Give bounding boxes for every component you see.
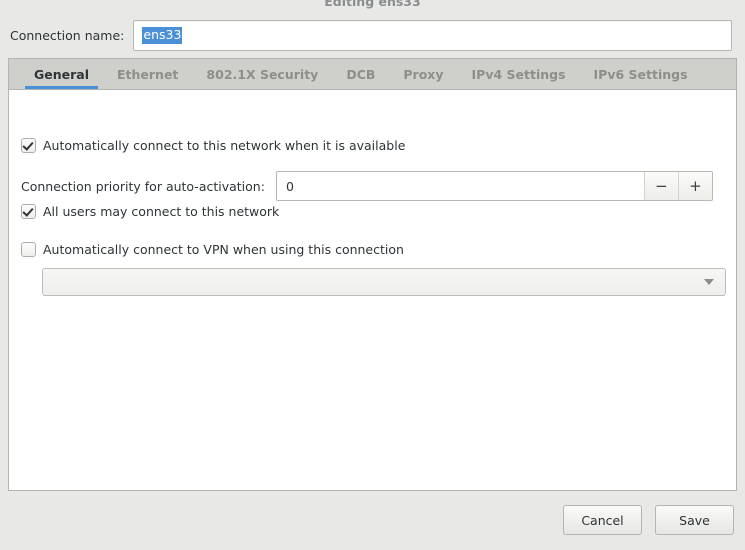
all-users-label: All users may connect to this network (43, 204, 280, 219)
vpn-combo-box[interactable] (42, 268, 726, 296)
all-users-checkbox[interactable] (21, 204, 36, 219)
window-title: Editing ens33 (0, 0, 745, 13)
auto-connect-label: Automatically connect to this network wh… (43, 138, 406, 153)
tab-proxy-label: Proxy (403, 66, 444, 82)
connection-name-input[interactable]: ens33 (133, 19, 733, 51)
tab-dcb-label: DCB (346, 66, 376, 82)
auto-vpn-checkbox[interactable] (21, 242, 36, 257)
connection-name-value: ens33 (142, 26, 183, 44)
tab-proxy[interactable]: Proxy (389, 59, 457, 89)
all-users-row: All users may connect to this network (21, 204, 279, 219)
chevron-down-icon (704, 279, 714, 285)
tab-bar: General Ethernet 802.1X Security DCB Pro… (9, 59, 736, 90)
cancel-button[interactable]: Cancel (563, 505, 642, 535)
priority-row: Connection priority for auto-activation:… (21, 171, 726, 201)
tab-ipv4-settings-label: IPv4 Settings (471, 66, 566, 82)
tab-general[interactable]: General (20, 59, 103, 89)
settings-notebook: General Ethernet 802.1X Security DCB Pro… (8, 58, 737, 491)
priority-decrement-button[interactable]: − (643, 172, 678, 200)
connection-name-row: Connection name: ens33 (0, 18, 745, 52)
tab-ipv6-settings-label: IPv6 Settings (593, 66, 688, 82)
tab-ethernet-label: Ethernet (117, 66, 179, 82)
auto-connect-row: Automatically connect to this network wh… (21, 138, 405, 153)
save-button[interactable]: Save (655, 505, 734, 535)
auto-vpn-row: Automatically connect to VPN when using … (21, 242, 404, 257)
dialog-footer: Cancel Save (0, 491, 745, 550)
tab-dcb[interactable]: DCB (332, 59, 389, 89)
tab-page-general: Automatically connect to this network wh… (9, 90, 736, 490)
priority-increment-button[interactable]: + (677, 172, 712, 200)
priority-spinner[interactable]: 0 − + (275, 171, 713, 201)
connection-name-label: Connection name: (10, 27, 125, 43)
tab-ipv6-settings[interactable]: IPv6 Settings (580, 59, 702, 89)
vpn-combo-row (42, 268, 726, 296)
tab-ethernet[interactable]: Ethernet (103, 59, 192, 89)
priority-label: Connection priority for auto-activation: (21, 178, 265, 194)
tab-8021x-security[interactable]: 802.1X Security (192, 59, 332, 89)
tab-general-label: General (34, 66, 89, 82)
priority-input[interactable]: 0 (276, 172, 644, 200)
tab-8021x-security-label: 802.1X Security (206, 66, 319, 82)
auto-connect-checkbox[interactable] (21, 138, 36, 153)
auto-vpn-label: Automatically connect to VPN when using … (43, 242, 404, 257)
tab-ipv4-settings[interactable]: IPv4 Settings (458, 59, 580, 89)
